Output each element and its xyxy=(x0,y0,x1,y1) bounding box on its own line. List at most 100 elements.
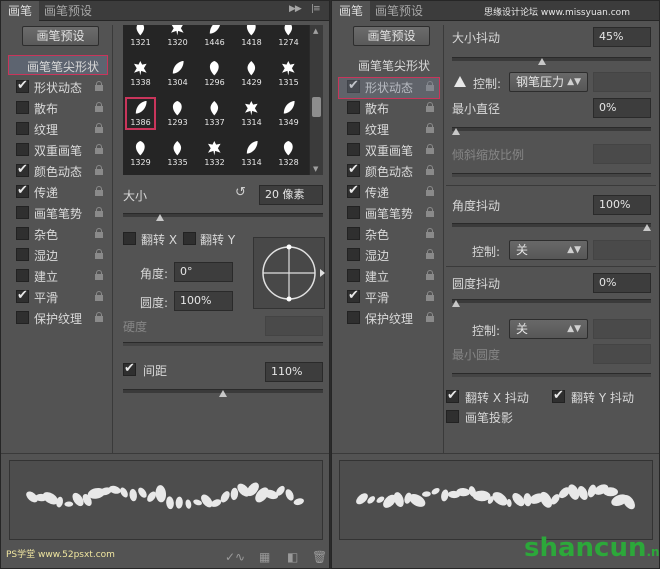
scroll-down-icon[interactable]: ▼ xyxy=(313,165,318,173)
brush-option-item[interactable]: 平滑 xyxy=(9,287,107,308)
tab-brush-presets[interactable]: 画笔预设 xyxy=(368,1,430,21)
lock-icon[interactable] xyxy=(95,165,103,175)
option-checkbox[interactable] xyxy=(347,288,360,303)
size-slider[interactable] xyxy=(123,213,323,221)
brush-option-item[interactable]: 保护纹理 xyxy=(340,308,438,329)
brush-option-item[interactable]: 杂色 xyxy=(340,224,438,245)
option-checkbox[interactable] xyxy=(16,206,29,219)
option-checkbox[interactable] xyxy=(347,227,360,240)
roundness-jitter-slider-thumb[interactable] xyxy=(452,300,460,307)
brush-presets-button[interactable]: 画笔预设 xyxy=(22,26,99,46)
brush-tip-grid[interactable]: 1321 1320 1446 1418 1274 1338 1304 1296 1429 1315… xyxy=(123,25,309,175)
option-checkbox[interactable] xyxy=(347,162,360,177)
option-checkbox[interactable] xyxy=(16,101,29,114)
option-checkbox[interactable] xyxy=(16,311,29,324)
lock-icon[interactable] xyxy=(95,291,103,301)
lock-icon[interactable] xyxy=(426,165,434,175)
min-diameter-slider[interactable] xyxy=(452,127,651,135)
brush-option-item[interactable]: 湿边 xyxy=(340,245,438,266)
size-jitter-slider[interactable] xyxy=(452,57,651,65)
lock-icon[interactable] xyxy=(95,102,103,112)
brush-grid-scrollbar[interactable]: ▲ ▼ xyxy=(309,25,323,175)
lock-icon[interactable] xyxy=(95,249,103,259)
lock-icon[interactable] xyxy=(426,228,434,238)
reset-size-icon[interactable]: ↺ xyxy=(235,185,246,200)
scroll-up-icon[interactable]: ▲ xyxy=(313,27,318,35)
brush-option-item[interactable]: 建立 xyxy=(9,266,107,287)
angle-jitter-slider-thumb[interactable] xyxy=(643,224,651,231)
lock-icon[interactable] xyxy=(426,144,434,154)
brush-option-item[interactable]: 建立 xyxy=(340,266,438,287)
flip-y-checkbox[interactable] xyxy=(183,232,196,245)
brush-option-item[interactable]: 保护纹理 xyxy=(9,308,107,329)
tab-brush[interactable]: 画笔 xyxy=(332,1,371,21)
brush-projection-checkbox[interactable] xyxy=(446,410,459,423)
brush-tip-cell[interactable]: 1337 xyxy=(199,97,230,130)
brush-option-item[interactable]: 散布 xyxy=(340,98,438,119)
roundness-jitter-slider[interactable] xyxy=(452,299,651,307)
panel-menu-icon[interactable]: |≡ xyxy=(311,4,321,14)
brush-tip-cell[interactable]: 1349 xyxy=(273,97,304,130)
brush-option-item[interactable]: 双重画笔 xyxy=(9,140,107,161)
option-checkbox[interactable] xyxy=(16,162,29,177)
lock-icon[interactable] xyxy=(95,207,103,217)
brush-option-item[interactable]: 纹理 xyxy=(9,119,107,140)
tab-brush[interactable]: 画笔 xyxy=(1,1,40,21)
min-diameter-field[interactable]: 0% xyxy=(593,98,651,118)
size-control-select[interactable]: 钢笔压力 ▲▼ xyxy=(509,72,588,92)
option-checkbox[interactable] xyxy=(16,122,29,135)
brush-option-item[interactable]: 双重画笔 xyxy=(340,140,438,161)
scroll-thumb[interactable] xyxy=(312,97,321,117)
lock-icon[interactable] xyxy=(95,123,103,133)
roundness-jitter-field[interactable]: 0% xyxy=(593,273,651,293)
brush-tip-cell[interactable]: 1274 xyxy=(273,25,304,50)
collapse-icon[interactable]: ▶▶ xyxy=(289,4,302,14)
brush-tip-cell[interactable]: 1304 xyxy=(162,57,193,90)
brush-option-item[interactable]: 散布 xyxy=(9,98,107,119)
lock-icon[interactable] xyxy=(426,291,434,301)
option-checkbox[interactable] xyxy=(16,183,29,198)
brush-option-item[interactable]: 传递 xyxy=(9,182,107,203)
option-checkbox[interactable] xyxy=(16,227,29,240)
brush-tip-cell[interactable]: 1335 xyxy=(162,137,193,170)
angle-field[interactable]: 0° xyxy=(174,262,233,282)
lock-icon[interactable] xyxy=(95,228,103,238)
spacing-slider-thumb[interactable] xyxy=(219,390,227,397)
lock-icon[interactable] xyxy=(95,270,103,280)
flip-x-jitter-checkbox[interactable] xyxy=(446,388,459,403)
lock-icon[interactable] xyxy=(426,123,434,133)
brush-tip-cell[interactable]: 1320 xyxy=(162,25,193,50)
lock-icon[interactable] xyxy=(426,186,434,196)
option-checkbox[interactable] xyxy=(16,269,29,282)
brush-tip-cell[interactable]: 1332 xyxy=(199,137,230,170)
option-checkbox[interactable] xyxy=(347,122,360,135)
option-checkbox[interactable] xyxy=(347,183,360,198)
brush-tip-cell[interactable]: 1293 xyxy=(162,97,193,130)
flip-y-jitter-checkbox[interactable] xyxy=(552,388,565,403)
option-checkbox[interactable] xyxy=(347,269,360,282)
brush-tip-cell[interactable]: 1314 xyxy=(236,137,267,170)
option-checkbox[interactable] xyxy=(16,78,29,93)
brush-option-item[interactable]: 画笔笔势 xyxy=(9,203,107,224)
brush-option-item[interactable]: 平滑 xyxy=(340,287,438,308)
brush-tip-cell[interactable]: 1321 xyxy=(125,25,156,50)
lock-icon[interactable] xyxy=(95,186,103,196)
roundness-control-select[interactable]: 关 ▲▼ xyxy=(509,319,588,339)
new-brush-icon[interactable]: ◧ xyxy=(287,550,298,564)
size-jitter-slider-thumb[interactable] xyxy=(537,58,546,65)
brush-tip-cell[interactable]: 1446 xyxy=(199,25,230,50)
option-checkbox[interactable] xyxy=(347,248,360,261)
brush-reset-icon[interactable]: ✓∿ xyxy=(225,550,245,564)
brush-tip-cell[interactable]: 1329 xyxy=(125,137,156,170)
grid-icon[interactable]: ▦ xyxy=(259,550,270,564)
option-checkbox[interactable] xyxy=(16,248,29,261)
brush-option-item[interactable]: 颜色动态 xyxy=(9,161,107,182)
size-field[interactable]: 20 像素 xyxy=(259,185,323,205)
lock-icon[interactable] xyxy=(95,144,103,154)
angle-jitter-field[interactable]: 100% xyxy=(593,195,651,215)
brush-option-item[interactable]: 湿边 xyxy=(9,245,107,266)
brush-option-item[interactable]: 画笔笔势 xyxy=(340,203,438,224)
lock-icon[interactable] xyxy=(426,312,434,322)
brush-option-item[interactable]: 纹理 xyxy=(340,119,438,140)
lock-icon[interactable] xyxy=(95,81,103,91)
